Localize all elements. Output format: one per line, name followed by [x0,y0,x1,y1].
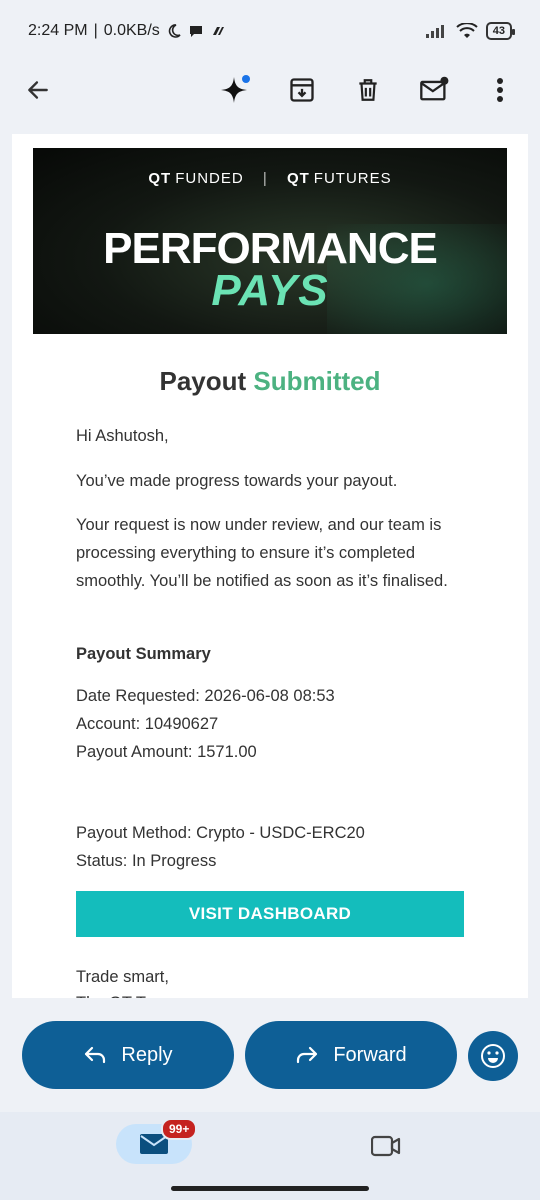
brand2-name: FUTURES [313,170,392,187]
mark-unread-button[interactable] [412,68,456,112]
gemini-button[interactable] [214,68,258,112]
home-indicator[interactable] [171,1186,369,1191]
moon-icon [168,24,181,38]
back-arrow-icon [28,81,48,99]
banner-brands: QT FUNDED | QT FUTURES [33,170,507,187]
tab-mail[interactable]: 99+ [116,1118,198,1164]
email-body: QT FUNDED | QT FUTURES PERFORMANCE PAYS Pa… [12,134,528,998]
archive-button[interactable] [280,68,324,112]
reply-label: Reply [121,1043,173,1066]
delete-icon [359,79,377,101]
signoff: Trade smart, [76,968,169,986]
reply-button[interactable]: Reply [22,1021,234,1089]
forward-label: Forward [333,1043,407,1066]
smiley-icon [481,1044,505,1068]
status-bar: 2:24 PM | 0.0KB/s 43 [0,0,540,62]
brand1-logo: QT [148,170,172,187]
email-heading: Payout Submitted [12,366,528,397]
unread-count-badge: 99+ [161,1118,198,1140]
brand1-name: FUNDED [175,170,244,187]
chat-bubble-icon [189,26,202,37]
heading-text: Payout [159,366,247,396]
reply-icon [85,1046,106,1064]
payout-amount: Payout Amount: 1571.00 [76,743,257,761]
payout-method: Payout Method: Crypto - USDC-ERC20 [76,824,365,842]
brand2-logo: QT [286,170,310,187]
tab-meet[interactable] [370,1132,402,1160]
email-toolbar [0,62,540,118]
summary-heading: Payout Summary [76,645,211,663]
mark-unread-icon [420,76,449,101]
gemini-sparkle-icon [221,75,250,103]
status-time: 2:24 PM [28,22,88,39]
promo-banner: QT FUNDED | QT FUTURES PERFORMANCE PAYS [33,148,507,334]
forward-button[interactable]: Forward [245,1021,457,1089]
brand-separator: | [262,170,268,187]
battery-indicator: 43 [485,22,516,40]
more-vert-icon [497,78,503,102]
signal-icon [425,25,444,38]
app-notification-icon [212,27,224,35]
date-requested: Date Requested: 2026-06-08 08:53 [76,687,335,705]
greeting: Hi Ashutosh, [76,427,169,445]
forward-icon [297,1046,318,1064]
review-paragraph: Your request is now under review, and ou… [76,516,448,590]
wifi-icon [456,23,478,38]
archive-icon [290,78,314,102]
signoff-team: The QT Team [76,989,476,998]
back-button[interactable] [14,66,62,114]
network-speed: 0.0KB/s [103,22,160,39]
emoji-reaction-button[interactable] [468,1031,518,1081]
payout-status: Status: In Progress [76,852,217,870]
intro-paragraph: You’ve made progress towards your payout… [76,472,398,490]
account-number: Account: 10490627 [76,715,219,733]
more-options-button[interactable] [478,68,522,112]
status-divider: | [93,22,98,39]
delete-button[interactable] [346,68,390,112]
banner-headline-accent: PAYS [211,266,329,315]
heading-accent: Submitted [253,366,381,396]
visit-dashboard-button[interactable]: VISIT DASHBOARD [76,891,464,937]
video-camera-icon [371,1135,401,1157]
